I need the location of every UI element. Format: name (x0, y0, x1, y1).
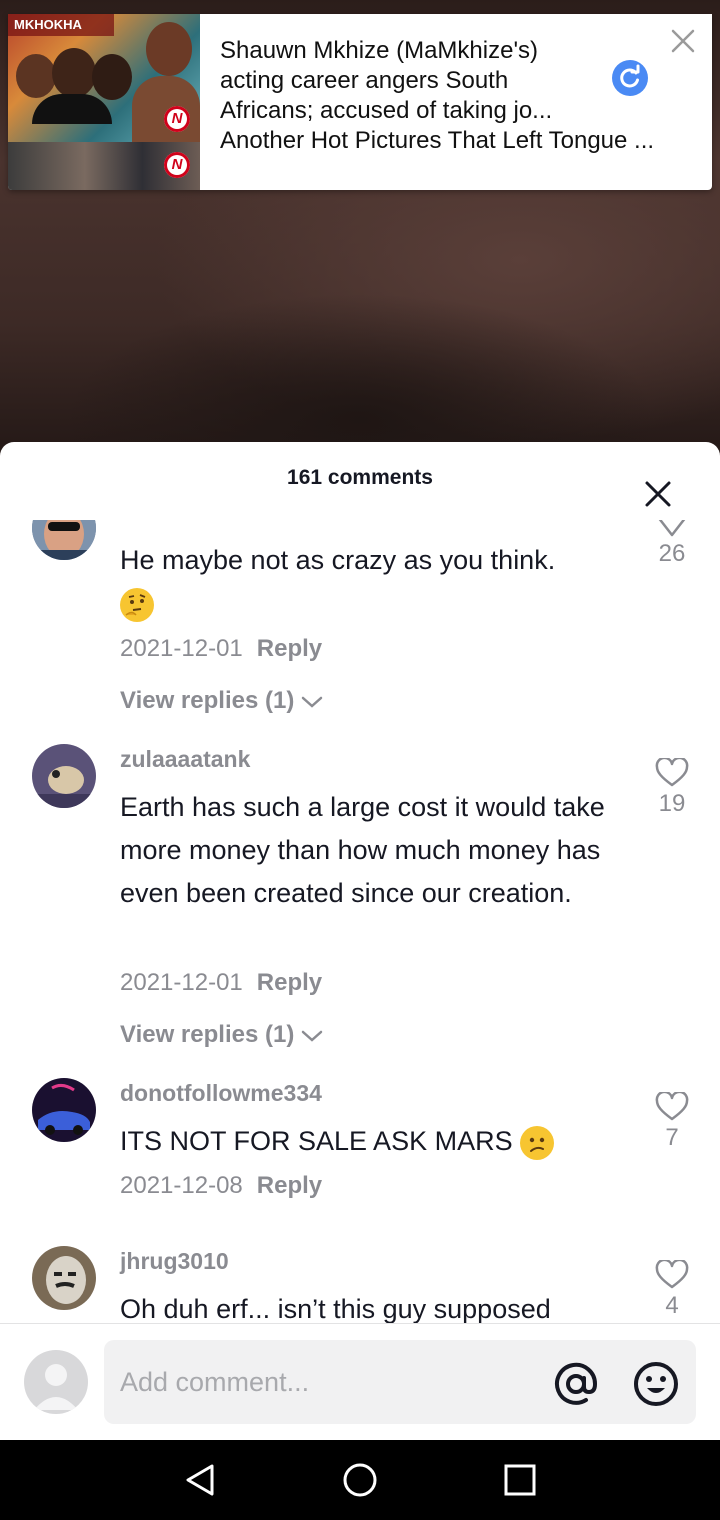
comment-username[interactable]: jhrug3010 (120, 1248, 229, 1275)
avatar[interactable] (32, 744, 96, 808)
close-icon[interactable] (644, 480, 672, 508)
view-replies-button[interactable]: View replies (1) (120, 687, 323, 715)
notification-headline[interactable]: Shauwn Mkhize (MaMkhize's) acting career… (220, 36, 600, 126)
like-count: 26 (658, 540, 686, 567)
like-count: 4 (665, 1292, 679, 1319)
comments-count-title: 161 comments (287, 466, 433, 489)
comments-list[interactable]: He maybe not as crazy as you think. 2021… (0, 520, 720, 1323)
news-app-badge-icon: N (164, 152, 190, 178)
like-count: 19 (658, 790, 686, 817)
heart-icon (655, 758, 689, 787)
comment-date: 2021-12-01 (120, 635, 243, 662)
comment-meta: 2021-12-08 Reply (120, 1172, 322, 1200)
confused-face-emoji-icon (520, 1125, 555, 1160)
comment-meta: 2021-12-01 Reply (120, 969, 322, 997)
view-replies-button[interactable]: View replies (1) (120, 1021, 323, 1049)
add-comment-input[interactable] (104, 1340, 696, 1424)
recent-apps-icon[interactable] (500, 1460, 540, 1500)
like-button[interactable]: 26 (650, 520, 694, 568)
heart-icon (655, 1092, 689, 1121)
reply-button[interactable]: Reply (257, 635, 322, 662)
mention-icon[interactable] (552, 1360, 600, 1408)
comment-text: Earth has such a large cost it would tak… (120, 792, 605, 908)
reply-button[interactable]: Reply (257, 969, 322, 996)
avatar[interactable] (32, 520, 96, 560)
system-navigation-bar (0, 1440, 720, 1520)
notification-subline[interactable]: Another Hot Pictures That Left Tongue ..… (220, 126, 690, 160)
chevron-down-icon (301, 1030, 323, 1042)
user-avatar (24, 1350, 88, 1414)
back-icon[interactable] (180, 1460, 220, 1500)
reply-button[interactable]: Reply (257, 1172, 322, 1199)
heart-icon (658, 520, 686, 537)
like-count: 7 (665, 1124, 679, 1151)
news-notification[interactable]: MKHOKHA N N Shauwn Mkhize (MaMkhize's) a… (8, 14, 712, 190)
refresh-icon[interactable] (612, 60, 648, 96)
thinking-face-emoji-icon (120, 587, 154, 622)
avatar[interactable] (32, 1246, 96, 1310)
comment-date: 2021-12-08 (120, 1172, 243, 1199)
comment-username[interactable]: donotfollowme334 (120, 1080, 322, 1107)
heart-icon (655, 1260, 689, 1289)
like-button[interactable]: 19 (650, 758, 694, 818)
comment-text: He maybe not as crazy as you think. (120, 539, 620, 625)
like-button[interactable]: 4 (650, 1260, 694, 1320)
like-button[interactable]: 7 (650, 1092, 694, 1152)
comment-text: ITS NOT FOR SALE ASK MARS (120, 1120, 620, 1163)
news-app-badge-icon: N (164, 106, 190, 132)
chevron-down-icon (301, 696, 323, 708)
thumbnail-banner-text: MKHOKHA (8, 14, 114, 36)
comment-username[interactable]: zulaaaatank (120, 746, 250, 773)
emoji-picker-icon[interactable] (632, 1360, 680, 1408)
comment-text: Oh duh erf... isn’t this guy supposed (120, 1294, 551, 1323)
composer-divider (0, 1323, 720, 1324)
comments-sheet: 161 comments He maybe not as crazy as yo… (0, 442, 720, 1440)
notification-thumbnail-bottom: N (8, 142, 200, 190)
avatar[interactable] (32, 1078, 96, 1142)
close-icon[interactable] (668, 26, 698, 56)
home-icon[interactable] (340, 1460, 380, 1500)
comment-meta: 2021-12-01 Reply (120, 635, 322, 663)
comment-date: 2021-12-01 (120, 969, 243, 996)
notification-thumbnail-top: MKHOKHA N (8, 14, 200, 142)
